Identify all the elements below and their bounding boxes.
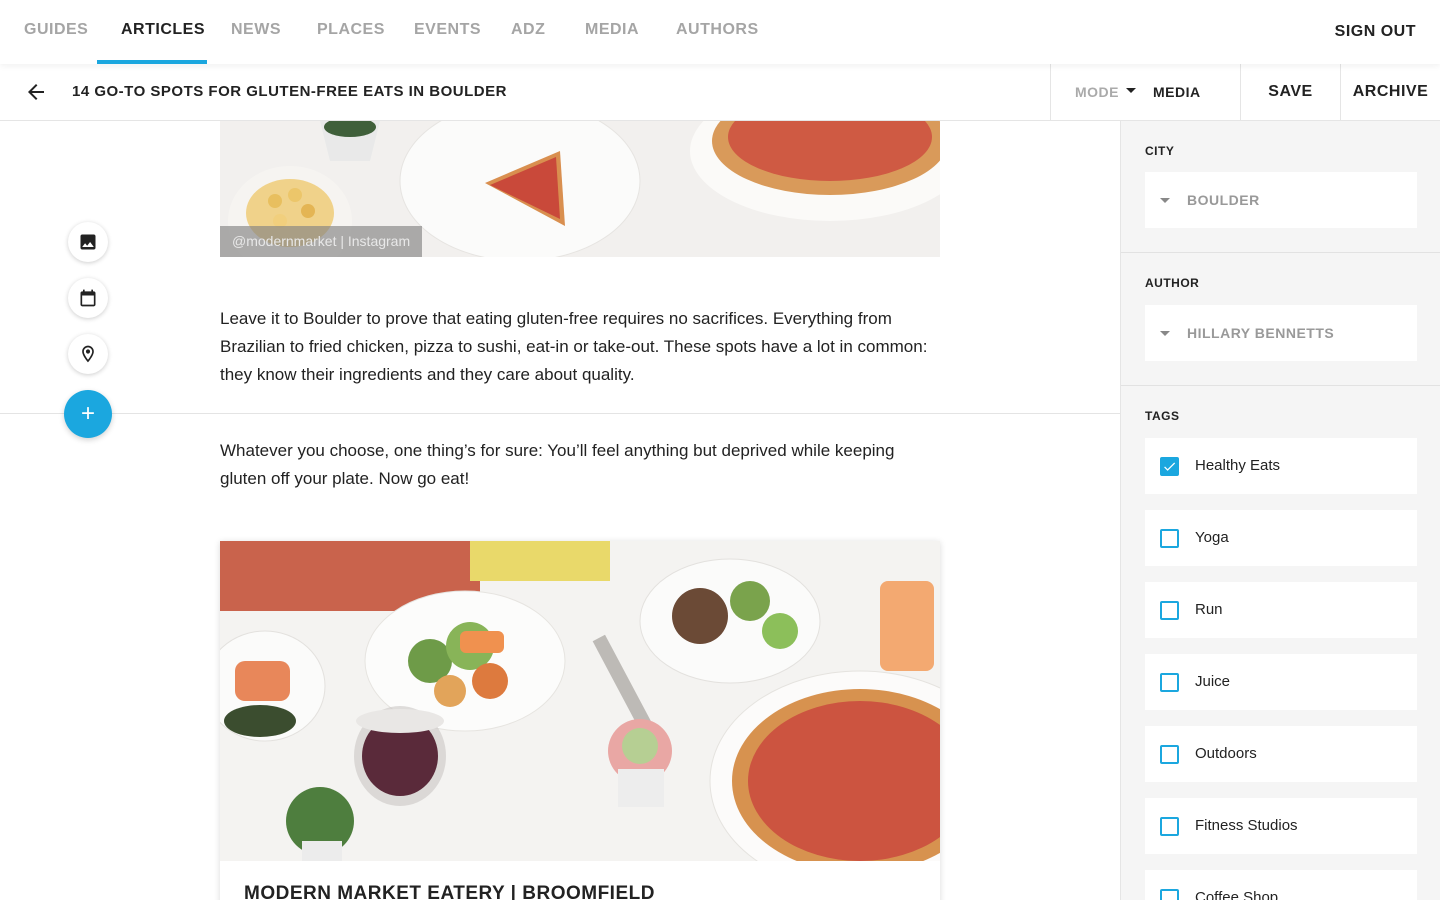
tag-label: Coffee Shop: [1195, 889, 1279, 900]
location-pin-icon: [82, 345, 94, 363]
mode-value: MEDIA: [1153, 84, 1201, 100]
settings-sidebar: CITY BOULDER AUTHOR HILLARY BENNETTS TAG…: [1120, 121, 1440, 900]
tag-option[interactable]: Fitness Studios: [1145, 798, 1417, 854]
tag-option[interactable]: Outdoors: [1145, 726, 1417, 782]
tag-label: Run: [1195, 601, 1223, 618]
tags-label: TAGS: [1145, 409, 1180, 423]
place-card-image: [220, 541, 940, 861]
mode-label: MODE: [1075, 84, 1119, 100]
tag-label: Yoga: [1195, 529, 1229, 546]
nav-item-authors[interactable]: AUTHORS: [676, 0, 759, 64]
tag-label: Fitness Studios: [1195, 817, 1298, 834]
city-value: BOULDER: [1187, 192, 1260, 208]
food-table-photo: [220, 541, 940, 861]
nav-item-articles[interactable]: ARTICLES: [121, 0, 205, 64]
tag-option[interactable]: Coffee Shop: [1145, 870, 1417, 900]
tag-checkbox[interactable]: [1160, 745, 1179, 764]
nav-item-places[interactable]: PLACES: [317, 0, 385, 64]
save-button[interactable]: SAVE: [1240, 64, 1340, 121]
city-section: CITY BOULDER: [1121, 121, 1440, 253]
image-caption: @modernmarket | Instagram: [220, 226, 423, 257]
city-select[interactable]: BOULDER: [1145, 172, 1417, 228]
add-block-button[interactable]: +: [64, 390, 112, 438]
tag-option[interactable]: Run: [1145, 582, 1417, 638]
block-divider: [0, 413, 1120, 414]
tag-checkbox[interactable]: [1160, 889, 1179, 900]
city-label: CITY: [1145, 144, 1175, 158]
plus-icon: +: [80, 400, 95, 427]
tag-checkbox[interactable]: [1160, 817, 1179, 836]
nav-item-events[interactable]: EVENTS: [414, 0, 481, 64]
nav-item-media[interactable]: MEDIA: [585, 0, 639, 64]
tag-checkbox[interactable]: [1160, 673, 1179, 692]
tags-section: TAGS Healthy Eats Yoga Run Juice Outdoor…: [1121, 386, 1440, 900]
place-card[interactable]: MODERN MARKET EATERY | BROOMFIELD: [220, 541, 940, 900]
paragraph-block[interactable]: Whatever you choose, one thing’s for sur…: [220, 437, 940, 493]
article-toolbar: 14 GO-TO SPOTS FOR GLUTEN-FREE EATS IN B…: [0, 64, 1440, 121]
image-icon: [80, 234, 96, 250]
caret-down-icon: [1160, 331, 1170, 336]
insert-event-button[interactable]: [68, 278, 108, 318]
mode-selector[interactable]: MODE MEDIA: [1050, 64, 1240, 121]
calendar-icon: [80, 289, 96, 307]
tag-option[interactable]: Healthy Eats: [1145, 438, 1417, 494]
nav-item-guides[interactable]: GUIDES: [24, 0, 88, 64]
article-title: 14 GO-TO SPOTS FOR GLUTEN-FREE EATS IN B…: [72, 83, 507, 100]
nav-item-adz[interactable]: ADZ: [511, 0, 545, 64]
caret-down-icon: [1126, 88, 1136, 93]
place-card-title: MODERN MARKET EATERY | BROOMFIELD: [244, 883, 655, 900]
insert-image-button[interactable]: [68, 222, 108, 262]
sign-out-button[interactable]: SIGN OUT: [1335, 0, 1416, 64]
archive-button[interactable]: ARCHIVE: [1340, 64, 1440, 121]
author-select[interactable]: HILLARY BENNETTS: [1145, 305, 1417, 361]
paragraph-block[interactable]: Leave it to Boulder to prove that eating…: [220, 305, 940, 389]
check-icon: [1164, 462, 1176, 471]
top-nav: GUIDES ARTICLES NEWS PLACES EVENTS ADZ M…: [0, 0, 1440, 64]
caret-down-icon: [1160, 198, 1170, 203]
tag-label: Healthy Eats: [1195, 457, 1281, 474]
tag-option[interactable]: Yoga: [1145, 510, 1417, 566]
author-label: AUTHOR: [1145, 276, 1200, 290]
editor-canvas: @modernmarket | Instagram Leave it to Bo…: [0, 121, 1120, 900]
author-section: AUTHOR HILLARY BENNETTS: [1121, 253, 1440, 386]
tag-label: Outdoors: [1195, 745, 1257, 762]
arrow-left-icon: [28, 84, 44, 100]
insert-place-button[interactable]: [68, 334, 108, 374]
author-value: HILLARY BENNETTS: [1187, 325, 1335, 341]
tag-checkbox[interactable]: [1160, 601, 1179, 620]
tag-checkbox[interactable]: [1160, 457, 1179, 476]
tag-label: Juice: [1195, 673, 1231, 690]
back-button[interactable]: [24, 80, 48, 104]
tag-option[interactable]: Juice: [1145, 654, 1417, 710]
tag-checkbox[interactable]: [1160, 529, 1179, 548]
active-tab-indicator: [97, 60, 207, 64]
nav-item-news[interactable]: NEWS: [231, 0, 281, 64]
